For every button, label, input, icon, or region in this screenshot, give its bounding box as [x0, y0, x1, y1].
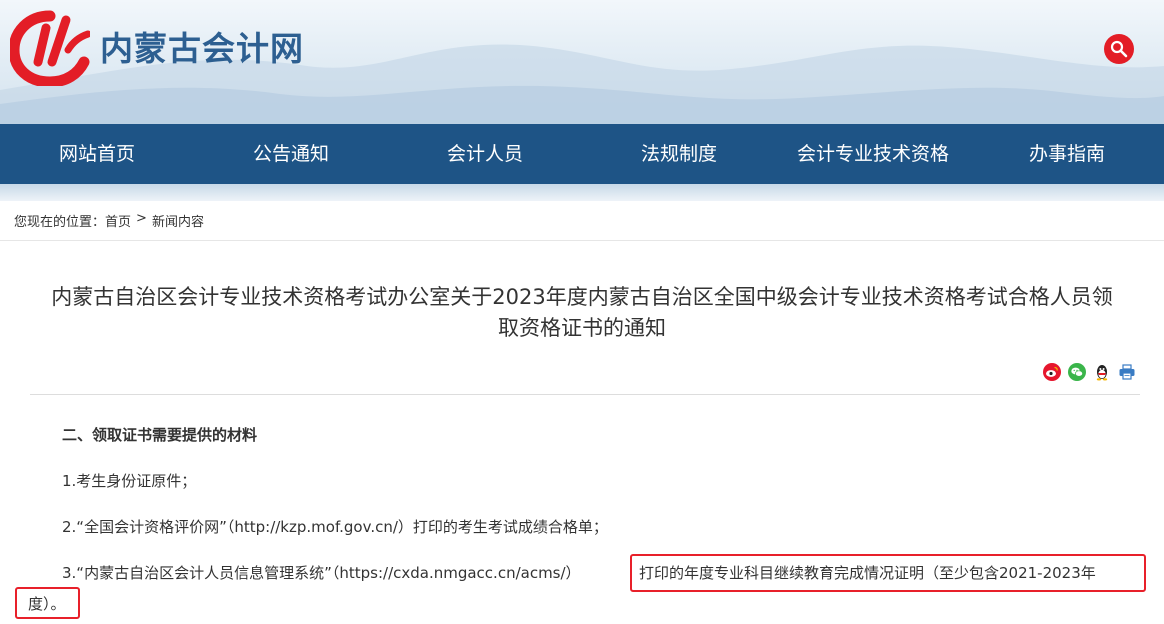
print-icon[interactable] [1118, 363, 1136, 381]
list-item-3: 3.“内蒙古自治区会计人员信息管理系统”（https://cxda.nmgacc… [62, 564, 581, 582]
highlight-box [630, 554, 1146, 592]
breadcrumb-home-link[interactable]: 首页 [105, 211, 131, 230]
article-title: 内蒙古自治区会计专业技术资格考试办公室关于2023年度内蒙古自治区全国中级会计专… [20, 282, 1144, 344]
highlight-box-tail [15, 587, 80, 619]
breadcrumb: 您现在的位置： 首页 > 新闻内容 [14, 211, 204, 230]
search-icon[interactable] [1104, 34, 1134, 64]
breadcrumb-divider [0, 240, 1164, 241]
article-title-line1: 内蒙古自治区会计专业技术资格考试办公室关于2023年度内蒙古自治区全国中级会计专… [51, 285, 1113, 309]
list-item-2: 2.“全国会计资格评价网”（http://kzp.mof.gov.cn/）打印的… [62, 518, 608, 536]
breadcrumb-current: 新闻内容 [151, 215, 204, 230]
nav-item-home[interactable]: 网站首页 [0, 124, 194, 184]
article-title-line2: 取资格证书的通知 [498, 316, 666, 340]
nav-shadow-strip [0, 184, 1164, 201]
qq-icon[interactable] [1093, 363, 1111, 381]
nav-item-accountants[interactable]: 会计人员 [388, 124, 582, 184]
share-bar [1043, 363, 1136, 381]
breadcrumb-separator: > [136, 211, 147, 226]
site-logo-icon[interactable] [10, 10, 90, 86]
site-header: 内蒙古会计网 [0, 0, 1164, 124]
nav-item-announcements[interactable]: 公告通知 [194, 124, 388, 184]
main-nav: 网站首页 公告通知 会计人员 法规制度 会计专业技术资格 办事指南 [0, 124, 1164, 184]
site-title[interactable]: 内蒙古会计网 [100, 22, 304, 70]
list-item-1: 1.考生身份证原件； [62, 472, 197, 490]
wechat-icon[interactable] [1068, 363, 1086, 381]
weibo-icon[interactable] [1043, 363, 1061, 381]
section-heading: 二、领取证书需要提供的材料 [62, 426, 258, 444]
breadcrumb-prefix: 您现在的位置： [14, 215, 106, 230]
title-divider [30, 394, 1140, 395]
nav-item-qualifications[interactable]: 会计专业技术资格 [776, 124, 970, 184]
nav-item-guide[interactable]: 办事指南 [970, 124, 1164, 184]
nav-item-regulations[interactable]: 法规制度 [582, 124, 776, 184]
